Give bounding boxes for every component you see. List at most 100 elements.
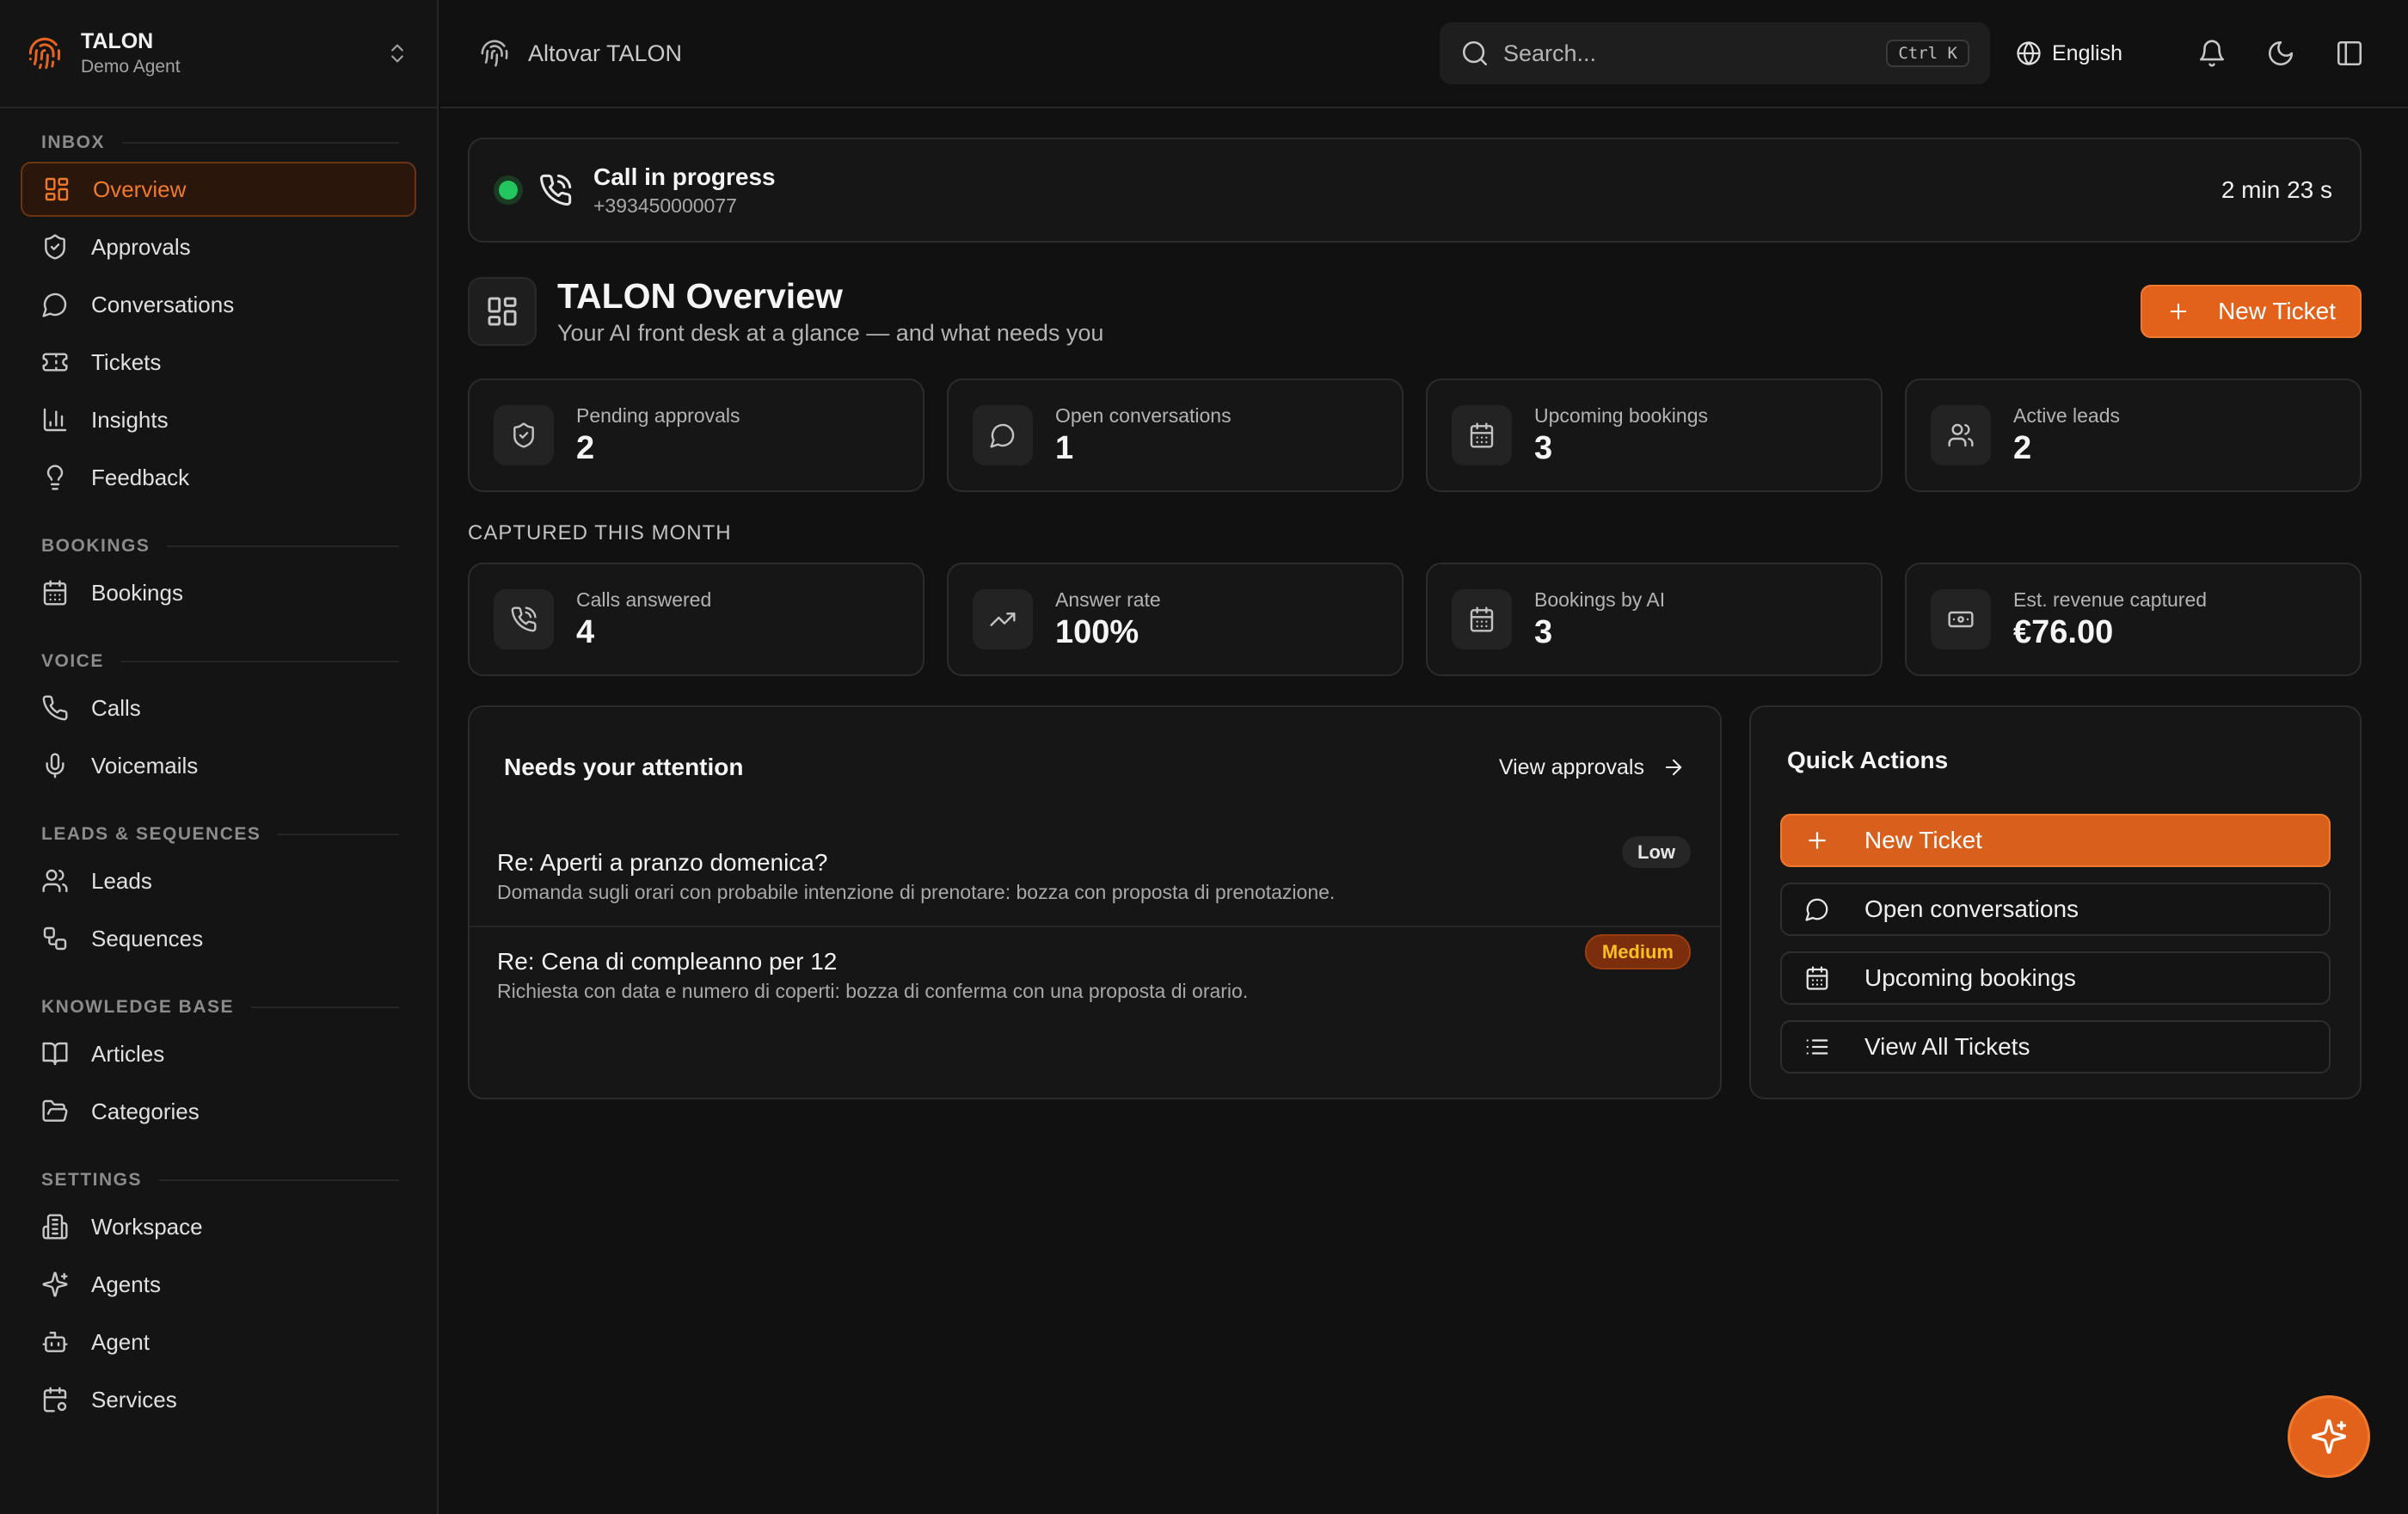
main-content: Call in progress +393450000077 2 min 23 … <box>468 138 2362 1099</box>
shield-check-icon <box>510 422 538 449</box>
bell-icon[interactable] <box>2195 36 2229 71</box>
quick-action-upcoming-bookings-button[interactable]: Upcoming bookings <box>1780 951 2331 1005</box>
workspace-switcher[interactable]: TALON Demo Agent <box>0 0 437 108</box>
quick-action-label: Upcoming bookings <box>1864 964 2076 991</box>
stat-card-answer-rate[interactable]: Answer rate 100% <box>947 563 1404 676</box>
sidebar-item-overview[interactable]: Overview <box>21 162 416 217</box>
nav-section-settings: SETTINGS Workspace Agents Agent Services <box>21 1161 416 1427</box>
chat-bubble-icon <box>41 291 69 318</box>
sidebar-item-tickets[interactable]: Tickets <box>21 335 416 390</box>
sidebar: TALON Demo Agent INBOX Overview Approval… <box>0 0 439 1514</box>
live-status-indicator <box>494 175 523 205</box>
view-approvals-link[interactable]: View approvals <box>1499 755 1686 780</box>
fingerprint-logo-icon <box>28 36 62 71</box>
divider <box>159 1179 399 1181</box>
stat-value: 4 <box>576 614 595 650</box>
section-label-inbox: INBOX <box>41 132 106 152</box>
stats-row-captured: Calls answered 4 Answer rate 100% Bookings… <box>468 563 2362 676</box>
globe-icon <box>2016 40 2042 66</box>
call-status-title: Call in progress <box>593 163 776 190</box>
sidebar-item-insights[interactable]: Insights <box>21 392 416 447</box>
sidebar-item-approvals[interactable]: Approvals <box>21 219 416 274</box>
sidebar-item-workspace[interactable]: Workspace <box>21 1199 416 1254</box>
sidebar-item-services[interactable]: Services <box>21 1372 416 1427</box>
sidebar-item-feedback[interactable]: Feedback <box>21 450 416 505</box>
call-duration: 2 min 23 s <box>2221 176 2332 203</box>
attention-item[interactable]: Re: Cena di compleanno per 12 Richiesta … <box>470 926 1720 1024</box>
microphone-icon <box>41 752 69 779</box>
nav-section-inbox: INBOX Overview Approvals Conversations T… <box>21 124 416 505</box>
workflow-icon <box>41 925 69 952</box>
sidebar-item-label: Articles <box>91 1040 165 1067</box>
grid-icon <box>485 294 519 329</box>
sidebar-item-label: Workspace <box>91 1213 203 1240</box>
sidebar-item-leads[interactable]: Leads <box>21 853 416 908</box>
sidebar-item-articles[interactable]: Articles <box>21 1026 416 1081</box>
lightbulb-icon <box>41 464 69 491</box>
quick-action-view-all-tickets-button[interactable]: View All Tickets <box>1780 1020 2331 1074</box>
stat-card-est-revenue[interactable]: Est. revenue captured €76.00 <box>1905 563 2362 676</box>
divider <box>122 142 399 144</box>
quick-action-label: New Ticket <box>1864 827 1982 853</box>
stat-value: 100% <box>1055 614 1140 650</box>
sidebar-item-sequences[interactable]: Sequences <box>21 911 416 966</box>
panel-toggle-icon[interactable] <box>2332 36 2367 71</box>
sidebar-item-agent[interactable]: Agent <box>21 1314 416 1369</box>
stat-card-open-conversations[interactable]: Open conversations 1 <box>947 378 1404 492</box>
sidebar-item-label: Tickets <box>91 348 162 375</box>
stat-value: 1 <box>1055 430 1074 466</box>
breadcrumb[interactable]: Altovar TALON <box>528 40 1440 67</box>
attention-item-description: Richiesta con data e numero di coperti: … <box>497 980 1249 1002</box>
users-icon <box>1947 422 1975 449</box>
phone-call-icon <box>538 173 573 207</box>
sidebar-item-categories[interactable]: Categories <box>21 1084 416 1139</box>
priority-badge: Low <box>1622 836 1691 868</box>
quick-action-new-ticket-button[interactable]: New Ticket <box>1780 814 2331 867</box>
phone-incoming-icon <box>510 606 538 633</box>
stat-card-active-leads[interactable]: Active leads 2 <box>1905 378 2362 492</box>
stat-card-calls-answered[interactable]: Calls answered 4 <box>468 563 924 676</box>
search-input[interactable]: Search... Ctrl K <box>1440 22 1990 84</box>
sidebar-item-label: Services <box>91 1386 177 1412</box>
sidebar-item-agents[interactable]: Agents <box>21 1257 416 1312</box>
ai-assistant-button[interactable] <box>2288 1395 2370 1478</box>
sidebar-item-label: Sequences <box>91 925 204 951</box>
sidebar-item-calls[interactable]: Calls <box>21 680 416 735</box>
language-label: English <box>2052 40 2122 65</box>
sidebar-item-voicemails[interactable]: Voicemails <box>21 738 416 793</box>
new-ticket-button[interactable]: New Ticket <box>2141 285 2362 338</box>
needs-attention-title: Needs your attention <box>504 754 744 780</box>
language-selector[interactable]: English <box>2016 40 2122 66</box>
sidebar-item-bookings[interactable]: Bookings <box>21 565 416 620</box>
stat-label: Bookings by AI <box>1534 588 1666 611</box>
search-shortcut: Ctrl K <box>1886 40 1969 67</box>
stat-card-bookings-by-ai[interactable]: Bookings by AI 3 <box>1426 563 1883 676</box>
divider <box>251 1006 399 1008</box>
bot-icon <box>41 1328 69 1356</box>
moon-icon[interactable] <box>2264 36 2298 71</box>
attention-item[interactable]: Re: Aperti a pranzo domenica? Domanda su… <box>470 828 1720 926</box>
needs-attention-panel: Needs your attention View approvals Re: … <box>468 705 1722 1099</box>
call-in-progress-banner[interactable]: Call in progress +393450000077 2 min 23 … <box>468 138 2362 243</box>
sidebar-item-label: Calls <box>91 694 141 721</box>
page-subtitle: Your AI front desk at a glance — and wha… <box>557 320 1104 346</box>
nav-section-voice: VOICE Calls Voicemails <box>21 643 416 793</box>
attention-item-description: Domanda sugli orari con probabile intenz… <box>497 881 1336 903</box>
calendar-icon <box>1804 965 1830 991</box>
top-bar: Altovar TALON Search... Ctrl K English <box>440 0 2408 108</box>
stat-value: €76.00 <box>2013 614 2114 650</box>
banknote-icon <box>1947 606 1975 633</box>
sidebar-item-conversations[interactable]: Conversations <box>21 277 416 332</box>
stat-label: Pending approvals <box>576 404 740 427</box>
section-label-bookings: BOOKINGS <box>41 536 150 556</box>
sidebar-item-label: Conversations <box>91 291 235 317</box>
stat-card-pending-approvals[interactable]: Pending approvals 2 <box>468 378 924 492</box>
users-icon <box>41 867 69 895</box>
chevrons-up-down-icon[interactable] <box>385 41 409 65</box>
calendar-icon <box>1468 422 1496 449</box>
ticket-icon <box>41 348 69 376</box>
bottom-panels: Needs your attention View approvals Re: … <box>468 705 2362 1099</box>
quick-action-open-conversations-button[interactable]: Open conversations <box>1780 883 2331 936</box>
stat-card-upcoming-bookings[interactable]: Upcoming bookings 3 <box>1426 378 1883 492</box>
sidebar-item-label: Leads <box>91 867 152 894</box>
